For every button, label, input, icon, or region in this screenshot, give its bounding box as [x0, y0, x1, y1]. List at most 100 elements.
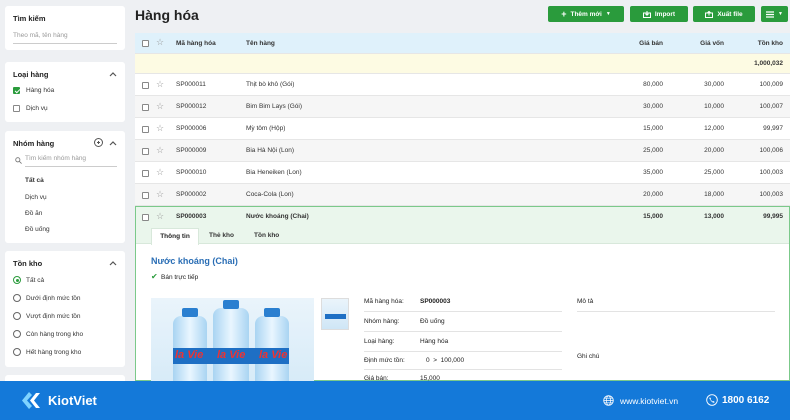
table-row[interactable]: ☆ SP000006 Mỳ tôm (Hộp) 15,000 12,000 99… — [135, 118, 790, 140]
group-item-all[interactable]: Tất cả — [25, 177, 44, 184]
row-code: SP000002 — [176, 191, 207, 198]
export-button[interactable]: Xuất file — [693, 6, 755, 22]
direct-sale-label: Bán trực tiếp — [161, 274, 199, 281]
row-name: Bia Heneiken (Lon) — [246, 169, 302, 176]
tab-stock-card[interactable]: Thẻ kho — [209, 232, 234, 239]
row-cost: 10,000 — [704, 103, 724, 110]
tab-inventory[interactable]: Tồn kho — [254, 232, 279, 239]
add-group-icon[interactable] — [94, 138, 103, 147]
plus-icon: + — [561, 9, 567, 19]
chevron-up-icon[interactable] — [109, 71, 117, 77]
list-icon — [766, 10, 775, 18]
row-code: SP000011 — [176, 81, 206, 88]
caret-down-icon: ▼ — [778, 11, 783, 17]
col-cost-header[interactable]: Giá vốn — [676, 40, 724, 47]
selected-row[interactable]: ☆ SP000003 Nước khoáng (Chai) 15,000 13,… — [136, 207, 789, 228]
star-icon[interactable]: ☆ — [156, 146, 165, 155]
product-thumbnail[interactable] — [321, 298, 349, 330]
table-row[interactable]: ☆ SP000010 Bia Heneiken (Lon) 35,000 25,… — [135, 162, 790, 184]
checkbox-goods[interactable] — [13, 87, 20, 94]
bottle-cap — [182, 308, 198, 317]
col-price-header[interactable]: Giá bán — [615, 40, 663, 47]
table-row[interactable]: ☆ SP000002 Coca-Cola (Lon) 20,000 18,000… — [135, 184, 790, 206]
import-label: Import — [654, 10, 676, 18]
table-row[interactable]: ☆ SP000012 Bim Bim Lays (Gói) 30,000 10,… — [135, 96, 790, 118]
field-label: Mã hàng hóa: — [364, 298, 404, 305]
select-all-checkbox[interactable] — [142, 40, 149, 47]
table-row[interactable]: ☆ SP000011 Thịt bò khô (Gói) 80,000 30,0… — [135, 74, 790, 96]
star-icon[interactable]: ☆ — [156, 38, 165, 47]
row-checkbox[interactable] — [142, 170, 149, 177]
import-button[interactable]: Import — [630, 6, 688, 22]
category-service-label: Dịch vụ — [26, 105, 48, 112]
row-name: Coca-Cola (Lon) — [246, 191, 294, 198]
add-new-button[interactable]: + Thêm mới ▼ — [548, 6, 624, 22]
radio-stock-all[interactable] — [13, 276, 21, 284]
row-name: Thịt bò khô (Gói) — [246, 81, 295, 88]
footer-website[interactable]: www.kiotviet.vn — [620, 396, 678, 406]
star-icon[interactable]: ☆ — [156, 190, 165, 199]
field-value: SP000003 — [420, 298, 451, 305]
search-panel: Tìm kiếm Theo mã, tên hàng — [5, 6, 125, 50]
table-total-row: 1,000,032 — [135, 54, 790, 74]
col-code-header[interactable]: Mã hàng hóa — [176, 40, 216, 47]
brand-label: la Vie — [175, 349, 204, 361]
search-panel-title: Tìm kiếm — [13, 14, 46, 23]
row-checkbox[interactable] — [142, 126, 149, 133]
row-cost: 30,000 — [704, 81, 724, 88]
row-stock: 100,003 — [759, 169, 784, 176]
col-stock-header[interactable]: Tồn kho — [735, 40, 783, 47]
phone-icon — [706, 394, 718, 406]
group-panel-title: Nhóm hàng — [13, 139, 55, 148]
group-item-drinks[interactable]: Đồ uống — [25, 226, 50, 233]
detail-title: Nước khoáng (Chai) — [151, 256, 238, 266]
stock-above-label: Vượt định mức tồn — [26, 313, 81, 320]
table-row[interactable]: ☆ SP000009 Bia Hà Nội (Lon) 25,000 20,00… — [135, 140, 790, 162]
radio-below-min[interactable] — [13, 294, 21, 302]
star-icon[interactable]: ☆ — [156, 124, 165, 133]
radio-in-stock[interactable] — [13, 330, 21, 338]
description-label: Mô tả — [577, 298, 594, 305]
row-checkbox[interactable] — [142, 148, 149, 155]
row-checkbox[interactable] — [142, 104, 149, 111]
field-divider — [364, 331, 562, 332]
chevron-up-icon[interactable] — [109, 260, 117, 266]
column-toggle-button[interactable]: ▼ — [761, 6, 788, 22]
footer-phone[interactable]: 1800 6162 — [722, 395, 769, 406]
kiotviet-logo-icon — [22, 392, 40, 409]
row-price: 20,000 — [643, 191, 663, 198]
row-price: 15,000 — [643, 125, 663, 132]
note-label: Ghi chú — [577, 353, 600, 360]
row-price: 15,000 — [643, 213, 663, 220]
row-cost: 13,000 — [704, 213, 724, 220]
globe-icon — [603, 395, 614, 406]
star-icon[interactable]: ☆ — [156, 102, 165, 111]
field-value: Đồ uống — [420, 318, 445, 325]
category-panel: Loại hàng Hàng hóa Dịch vụ — [5, 62, 125, 122]
checkbox-service[interactable] — [13, 105, 20, 112]
group-search-input[interactable]: Tìm kiếm nhóm hàng — [25, 155, 117, 167]
star-icon[interactable]: ☆ — [156, 168, 165, 177]
col-name-header[interactable]: Tên hàng — [246, 40, 275, 47]
group-item-food[interactable]: Đồ ăn — [25, 210, 42, 217]
group-item-service[interactable]: Dịch vụ — [25, 194, 47, 201]
search-icon — [15, 157, 22, 164]
search-input[interactable]: Theo mã, tên hàng — [13, 32, 117, 44]
row-cost: 18,000 — [704, 191, 724, 198]
row-checkbox[interactable] — [142, 214, 149, 221]
field-label: Định mức tồn: — [364, 357, 405, 364]
star-icon[interactable]: ☆ — [156, 212, 165, 221]
total-stock: 1,000,032 — [754, 60, 783, 67]
star-icon[interactable]: ☆ — [156, 80, 165, 89]
radio-above-max[interactable] — [13, 312, 21, 320]
footer-bar: KiotViet www.kiotviet.vn 1800 6162 — [0, 381, 790, 420]
row-checkbox[interactable] — [142, 192, 149, 199]
chevron-up-icon[interactable] — [109, 140, 117, 146]
field-value: Hàng hóa — [420, 338, 449, 345]
row-stock: 100,007 — [759, 103, 784, 110]
tab-info[interactable]: Thông tin — [151, 228, 199, 245]
row-checkbox[interactable] — [142, 82, 149, 89]
field-value: 0 > 100,000 — [426, 357, 465, 364]
radio-out-of-stock[interactable] — [13, 348, 21, 356]
row-code: SP000003 — [176, 213, 207, 220]
